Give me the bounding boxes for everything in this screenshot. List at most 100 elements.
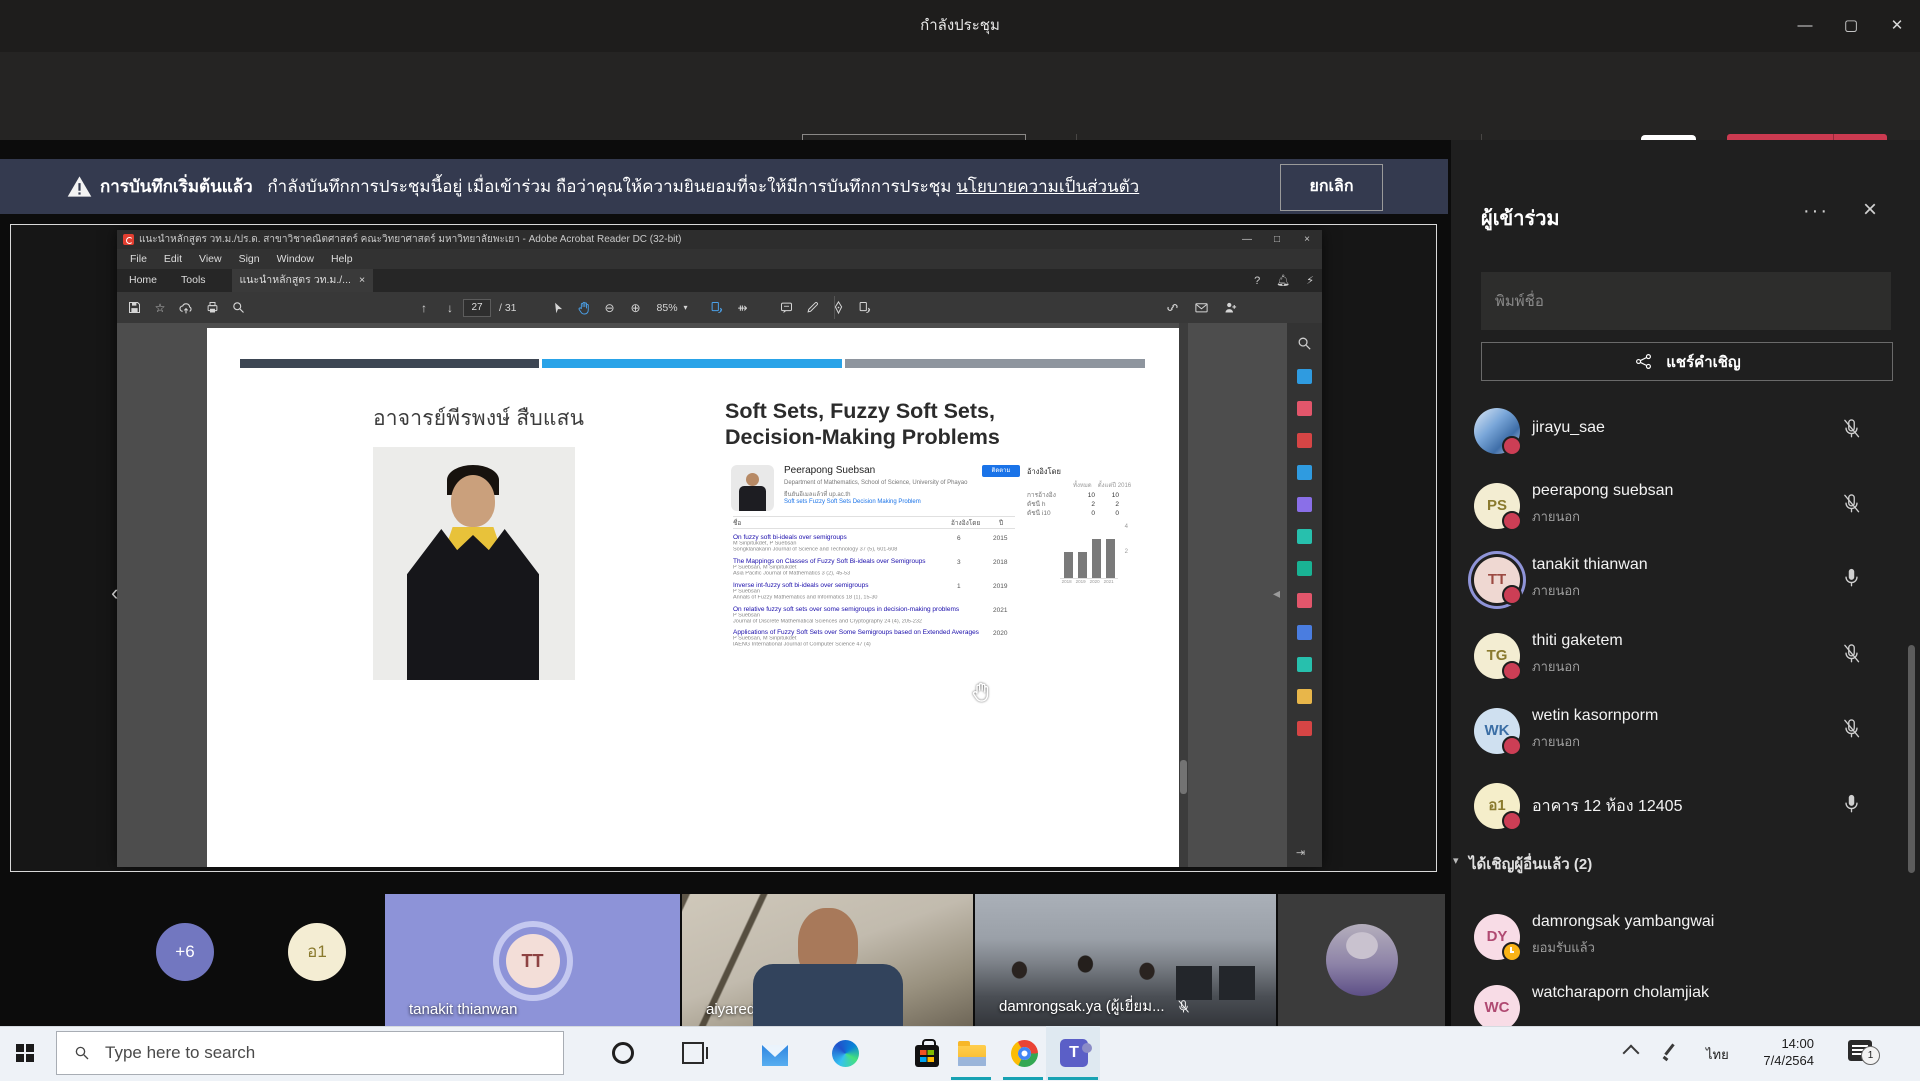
menu-sign[interactable]: Sign [235,251,264,267]
file-explorer-icon[interactable] [957,1038,987,1068]
tab-tools[interactable]: Tools [169,269,218,292]
room-participant-badge[interactable]: อ1 [288,923,346,981]
menu-file[interactable]: File [126,251,151,267]
invited-participant-row[interactable]: WC watcharaporn cholamjiak [1451,971,1920,1026]
participant-row[interactable]: TT tanakit thianwan ภายนอก [1451,543,1920,617]
cortana-icon[interactable] [608,1038,638,1068]
notification-bell-icon[interactable]: 🔔︎ [1276,274,1290,287]
zoom-dropdown-icon[interactable]: ▾ [684,303,688,312]
fit-page-icon[interactable] [704,300,730,315]
participant-row[interactable]: PS peerapong suebsan ภายนอก [1451,469,1920,543]
panel-more-icon[interactable]: ··· [1803,200,1829,223]
next-page-icon[interactable]: ↓ [437,301,463,315]
create-pdf-icon[interactable] [1297,401,1312,416]
share-invite-button[interactable]: แชร์คำเชิญ [1481,342,1893,381]
more-tools-icon[interactable] [1297,721,1312,736]
pdf-document-area[interactable]: อาจารย์พีรพงษ์ สืบแสน Soft Sets, Fuzzy S… [117,323,1280,867]
dismiss-banner-button[interactable]: ยกเลิก [1280,164,1383,211]
invited-participant-row[interactable]: DY damrongsak yambangwai ยอมรับแล้ว [1451,900,1920,974]
invited-section-caret-icon[interactable]: ▾ [1453,854,1459,867]
hand-tool-icon[interactable] [571,300,597,316]
zoom-tool-icon[interactable] [1296,335,1313,352]
highlight-icon[interactable] [800,300,826,315]
tab-home[interactable]: Home [117,269,169,292]
organize-pages-icon[interactable] [852,300,878,315]
select-tool-icon[interactable] [545,301,571,315]
zoom-in-icon[interactable]: ⊕ [623,301,649,315]
panel-scrollbar[interactable] [1908,645,1915,873]
invited-section-header[interactable]: ได้เชิญผู้อื่นแล้ว (2) [1469,852,1592,876]
action-center-icon[interactable]: 1 [1848,1040,1872,1061]
overflow-participants-badge[interactable]: +6 [156,923,214,981]
compress-pdf-icon[interactable] [1297,561,1312,576]
mic-off-icon[interactable] [1839,716,1864,741]
request-signatures-icon[interactable] [1297,689,1312,704]
video-tile-aiyared[interactable]: aiyared iampan [682,894,973,1026]
edit-pdf-icon[interactable] [1297,433,1312,448]
store-icon[interactable] [912,1038,942,1068]
mic-off-icon[interactable] [1839,491,1864,516]
print-icon[interactable] [199,300,225,315]
acrobat-minimize-button[interactable]: — [1232,234,1262,245]
export-pdf-icon[interactable] [1297,369,1312,384]
mic-off-icon[interactable] [1839,641,1864,666]
star-icon[interactable]: ☆ [147,301,173,315]
window-maximize-button[interactable]: ▢ [1828,0,1874,52]
tray-expand-chevron-icon[interactable] [1618,1040,1644,1066]
tab-document[interactable]: แนะนำหลักสูตร วท.ม./... × [232,269,374,292]
participant-row[interactable]: jirayu_sae [1451,394,1920,468]
video-tile-tanakit[interactable]: TT tanakit thianwan [385,894,680,1026]
participant-row[interactable]: อ1 อาคาร 12 ห้อง 12405 [1451,769,1920,843]
save-icon[interactable] [121,300,147,315]
mic-on-icon[interactable] [1839,791,1864,816]
menu-window[interactable]: Window [273,251,318,267]
participant-row[interactable]: WK wetin kasornporm ภายนอก [1451,694,1920,768]
share-with-others-icon[interactable] [1223,300,1238,315]
combine-files-icon[interactable] [1297,497,1312,512]
chrome-icon[interactable] [1009,1038,1039,1068]
comment-tool-icon[interactable] [1297,465,1312,480]
participant-row[interactable]: TG thiti gaketem ภายนอก [1451,619,1920,693]
organize-pages-tool-icon[interactable] [1297,529,1312,544]
edge-icon[interactable] [830,1038,860,1068]
fill-sign-icon[interactable] [826,300,852,315]
menu-help[interactable]: Help [327,251,357,267]
fit-width-icon[interactable]: ⇻ [730,301,756,315]
window-minimize-button[interactable]: — [1782,0,1828,52]
video-tile-round[interactable] [1278,894,1445,1026]
acrobat-maximize-button[interactable]: □ [1262,234,1292,245]
mail-icon[interactable] [760,1038,790,1068]
menu-edit[interactable]: Edit [160,251,186,267]
pdf-scrollbar[interactable] [1179,323,1188,867]
acrobat-close-button[interactable]: × [1292,234,1322,245]
tab-close-icon[interactable]: × [359,269,365,292]
expand-panel-icon[interactable]: ⇥ [1296,846,1305,859]
send-email-icon[interactable] [1194,300,1209,315]
zoom-level-select[interactable]: 85% [657,302,678,314]
video-tile-damrongsak[interactable]: damrongsak.ya (ผู้เยี่ยม... [975,894,1276,1026]
fill-sign-tool-icon[interactable] [1297,657,1312,672]
start-button[interactable] [16,1044,34,1062]
language-indicator[interactable]: ไทย [1706,1044,1729,1065]
page-number-input[interactable]: 27 [463,299,491,317]
collapse-right-chevron-icon[interactable]: ◂ [1273,585,1280,602]
help-question-icon[interactable]: ? [1254,275,1260,287]
teams-icon[interactable]: T [1059,1038,1089,1068]
zoom-out-icon[interactable]: ⊖ [597,301,623,315]
taskbar-search[interactable]: Type here to search [56,1031,564,1075]
share-link-icon[interactable] [1165,300,1180,315]
upgrade-icon[interactable]: ⚡︎ [1306,274,1314,287]
comment-icon[interactable] [774,300,800,315]
mic-off-icon[interactable] [1839,416,1864,441]
menu-view[interactable]: View [195,251,226,267]
participant-search-input[interactable] [1481,272,1891,330]
task-view-icon[interactable] [678,1038,708,1068]
window-close-button[interactable]: ✕ [1874,0,1920,52]
previous-page-icon[interactable]: ↑ [411,301,437,315]
tray-clock[interactable]: 14:00 7/4/2564 [1738,1035,1814,1069]
protect-icon[interactable] [1297,625,1312,640]
redact-icon[interactable] [1297,593,1312,608]
find-icon[interactable] [225,300,251,315]
mic-on-icon[interactable] [1839,565,1864,590]
cloud-upload-icon[interactable] [173,300,199,316]
